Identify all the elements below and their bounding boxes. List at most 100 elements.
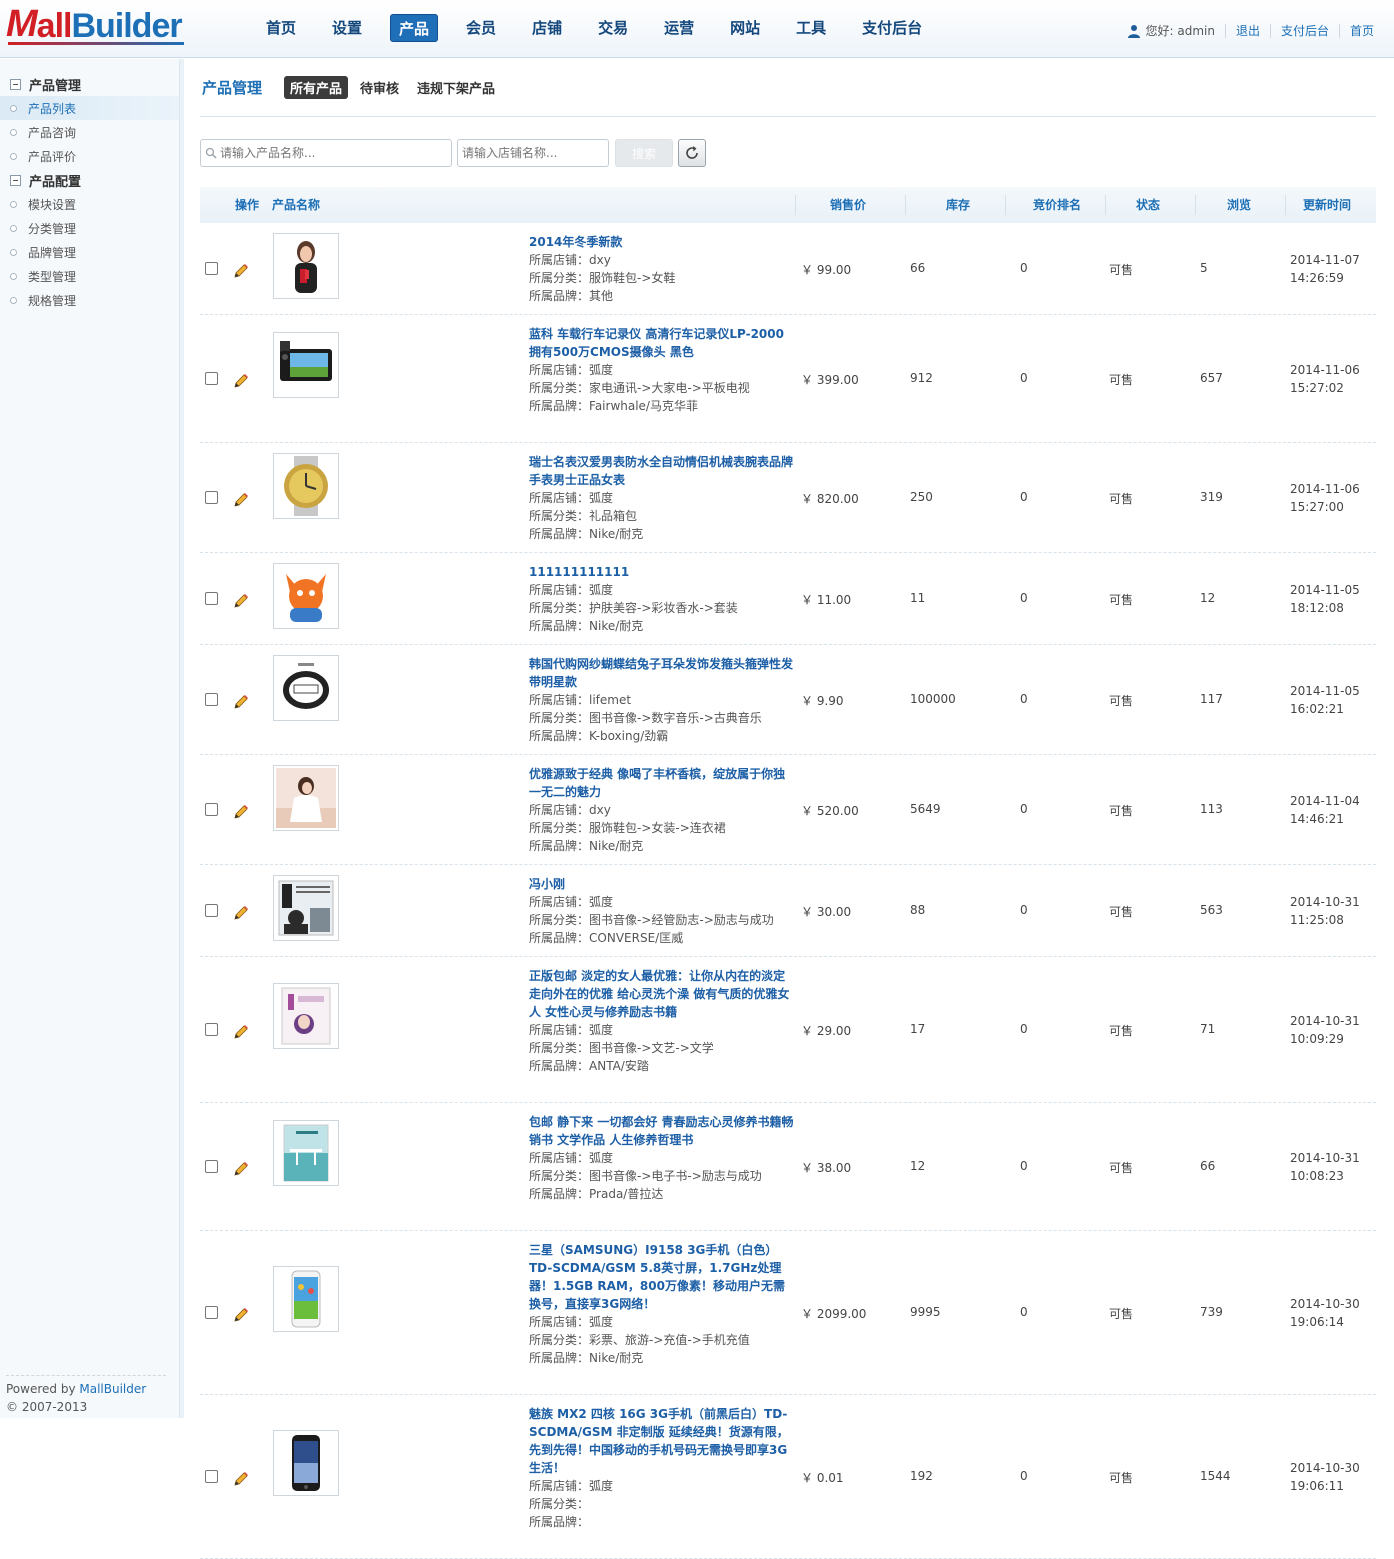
product-thumbnail[interactable] [273, 655, 339, 721]
row-checkbox[interactable] [205, 693, 218, 706]
product-price: ￥ 399.00 [801, 373, 859, 387]
product-thumbnail[interactable] [273, 1120, 339, 1186]
product-info: 优雅源致于经典 像喝了丰杯香槟，绽放属于你独一无二的魅力 所属店铺：dxy 所属分类… [529, 765, 795, 855]
sidebar-item-brand-management[interactable]: 品牌管理 [0, 240, 179, 264]
product-stock: 66 [910, 261, 926, 275]
product-image [276, 1123, 336, 1183]
edit-pencil-icon[interactable] [232, 1160, 250, 1178]
powered-by: Powered by MallBuilder © 2007-2013 [6, 1375, 166, 1416]
sidebar-item-product-review[interactable]: 产品评价 [0, 144, 179, 168]
top-nav: 首页 设置 产品 会员 店铺 交易 运营 网站 工具 支付后台 [258, 14, 950, 42]
edit-pencil-icon[interactable] [232, 1023, 250, 1041]
product-name-link[interactable]: 正版包邮 淡定的女人最优雅：让你从内在的淡定走向外在的优雅 给心灵洗个澡 做有气… [529, 967, 795, 1021]
edit-pencil-icon[interactable] [232, 372, 250, 390]
nav-pay-backend[interactable]: 支付后台 [854, 14, 930, 42]
search-button[interactable]: 搜索 [615, 139, 673, 167]
sidebar: 产品管理 产品列表 产品咨询 产品评价 产品配置 模块设置 分类管理 品牌管理 类型管理 规格管理… [0, 59, 184, 1418]
sidebar-item-spec-management[interactable]: 规格管理 [0, 288, 179, 312]
sidebar-item-product-consult[interactable]: 产品咨询 [0, 120, 179, 144]
product-search-input[interactable] [220, 141, 451, 165]
product-rank: 0 [1020, 261, 1028, 275]
row-checkbox[interactable] [205, 904, 218, 917]
product-thumbnail[interactable] [273, 453, 339, 519]
product-name-link[interactable]: 蓝科 车载行车记录仪 高清行车记录仪LP-2000 拥有500万CMOS摄像头 … [529, 325, 795, 361]
row-checkbox[interactable] [205, 262, 218, 275]
edit-pencil-icon[interactable] [232, 693, 250, 711]
product-rank: 0 [1020, 692, 1028, 706]
table-row: 2014年冬季新款 所属店铺：dxy 所属分类：服饰鞋包->女鞋 所属品牌：其他 ￥ 9… [200, 223, 1376, 315]
product-thumbnail[interactable] [273, 1266, 339, 1332]
sidebar-item-module-settings[interactable]: 模块设置 [0, 192, 179, 216]
product-name-link[interactable]: 2014年冬季新款 [529, 233, 795, 251]
edit-pencil-icon[interactable] [232, 1306, 250, 1324]
nav-members[interactable]: 会员 [458, 14, 504, 42]
product-name-link[interactable]: 韩国代购网纱蝴蝶结兔子耳朵发饰发箍头箍弹性发带明星款 [529, 655, 795, 691]
product-thumbnail[interactable] [273, 233, 339, 299]
shop-search-field[interactable] [457, 139, 609, 167]
product-status: 可售 [1109, 492, 1134, 506]
tab-violation-removed[interactable]: 违规下架产品 [411, 76, 501, 99]
product-search-field[interactable] [200, 139, 452, 167]
product-name-link[interactable]: 魅族 MX2 四核 16G 3G手机（前黑后白）TD-SCDMA/GSM 非定制… [529, 1405, 795, 1477]
nav-operation[interactable]: 运营 [656, 14, 702, 42]
product-thumbnail[interactable] [273, 332, 339, 398]
product-views: 12 [1200, 591, 1216, 605]
product-name-link[interactable]: 111111111111 [529, 563, 795, 581]
product-thumbnail[interactable] [273, 765, 339, 831]
edit-pencil-icon[interactable] [232, 592, 250, 610]
nav-shops[interactable]: 店铺 [524, 14, 570, 42]
sidebar-item-category-management[interactable]: 分类管理 [0, 216, 179, 240]
nav-tools[interactable]: 工具 [788, 14, 834, 42]
home-link[interactable]: 首页 [1350, 22, 1374, 39]
tab-all-products[interactable]: 所有产品 [284, 76, 349, 99]
sidebar-group-product-config[interactable]: 产品配置 [0, 168, 179, 192]
product-thumbnail[interactable] [273, 983, 339, 1049]
nav-products[interactable]: 产品 [390, 14, 439, 42]
nav-home[interactable]: 首页 [258, 14, 304, 42]
nav-settings[interactable]: 设置 [324, 14, 370, 42]
nav-website[interactable]: 网站 [722, 14, 768, 42]
mallbuilder-logo[interactable]: Mall Builder [6, 3, 183, 46]
col-price[interactable]: 销售价 [830, 187, 866, 223]
product-name-link[interactable]: 包邮 静下来 一切都会好 青春励志心灵修养书籍畅销书 文学作品 人生修养哲理书 [529, 1113, 795, 1149]
row-checkbox[interactable] [205, 372, 218, 385]
row-checkbox[interactable] [205, 803, 218, 816]
product-name-link[interactable]: 瑞士名表汉爱男表防水全自动情侣机械表腕表品牌手表男士正品女表 [529, 453, 795, 489]
col-status[interactable]: 状态 [1136, 187, 1160, 223]
product-status: 可售 [1109, 1024, 1134, 1038]
product-name-link[interactable]: 优雅源致于经典 像喝了丰杯香槟，绽放属于你独一无二的魅力 [529, 765, 795, 801]
sidebar-item-type-management[interactable]: 类型管理 [0, 264, 179, 288]
shop-search-input[interactable] [462, 141, 608, 165]
sidebar-item-product-list[interactable]: 产品列表 [0, 96, 179, 120]
row-checkbox[interactable] [205, 592, 218, 605]
col-views[interactable]: 浏览 [1227, 187, 1251, 223]
mallbuilder-link[interactable]: MallBuilder [79, 1382, 146, 1396]
edit-pencil-icon[interactable] [232, 803, 250, 821]
col-rank[interactable]: 竞价排名 [1033, 187, 1081, 223]
product-image [276, 236, 336, 296]
product-info: 瑞士名表汉爱男表防水全自动情侣机械表腕表品牌手表男士正品女表 所属店铺：弧度 所属分… [529, 453, 795, 543]
sidebar-group-product-management[interactable]: 产品管理 [0, 72, 179, 96]
logout-link[interactable]: 退出 [1236, 22, 1260, 39]
product-name-link[interactable]: 三星（SAMSUNG）I9158 3G手机（白色） TD-SCDMA/GSM 5… [529, 1241, 795, 1313]
col-stock[interactable]: 库存 [946, 187, 970, 223]
row-checkbox[interactable] [205, 1160, 218, 1173]
row-checkbox[interactable] [205, 1470, 218, 1483]
row-checkbox[interactable] [205, 491, 218, 504]
pay-backend-link[interactable]: 支付后台 [1281, 22, 1329, 39]
product-thumbnail[interactable] [273, 563, 339, 629]
col-updated[interactable]: 更新时间 [1303, 187, 1351, 223]
edit-pencil-icon[interactable] [232, 1470, 250, 1488]
col-name[interactable]: 产品名称 [272, 187, 320, 223]
tab-pending-review[interactable]: 待审核 [354, 76, 405, 99]
nav-trade[interactable]: 交易 [590, 14, 636, 42]
edit-pencil-icon[interactable] [232, 904, 250, 922]
row-checkbox[interactable] [205, 1023, 218, 1036]
edit-pencil-icon[interactable] [232, 262, 250, 280]
edit-pencil-icon[interactable] [232, 491, 250, 509]
product-name-link[interactable]: 冯小刚 [529, 875, 795, 893]
refresh-button[interactable] [678, 139, 706, 167]
product-thumbnail[interactable] [273, 1430, 339, 1496]
row-checkbox[interactable] [205, 1306, 218, 1319]
product-thumbnail[interactable] [273, 875, 339, 941]
